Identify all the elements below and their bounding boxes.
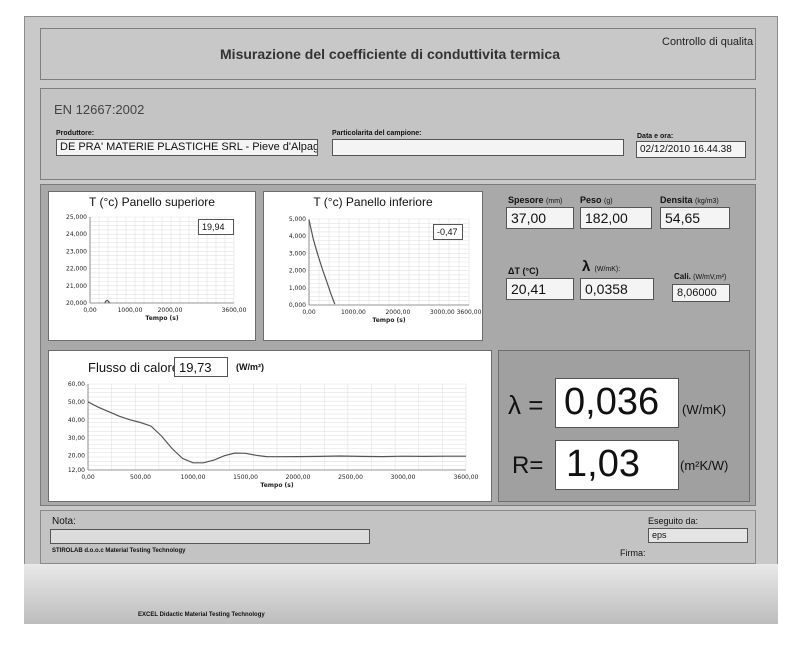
x-tick-label: 2000,00 <box>286 474 311 481</box>
x-tick-label: 1000,00 <box>181 474 206 481</box>
bottom-caption: EXCEL Didactic Material Testing Technolo… <box>138 612 265 618</box>
peso-label: Peso (g) <box>580 195 613 205</box>
x-tick-label: 1000,00 <box>118 307 143 314</box>
chart-top: 20,000 21,000 22,000 23,000 24,000 25,000 0,00… <box>66 214 247 322</box>
producer-field[interactable]: DE PRA' MATERIE PLASTICHE SRL - Pieve d'… <box>56 139 318 156</box>
date-field[interactable]: 02/12/2010 16.44.38 <box>636 141 746 158</box>
y-tick-label: 40,00 <box>68 417 85 424</box>
y-tick-label: 21,000 <box>66 283 87 290</box>
y-tick-label: 22,000 <box>66 266 87 273</box>
x-tick-label: 3600,00 <box>457 309 482 316</box>
sample-field[interactable] <box>332 139 624 156</box>
x-tick-label: 3000,00 <box>430 309 455 316</box>
company-caption: STIROLAB d.o.o.c Material Testing Techno… <box>52 548 186 554</box>
peso-field[interactable]: 182,00 <box>580 207 652 229</box>
delta-t-field[interactable]: 20,41 <box>506 278 574 300</box>
cal-label: Cali. (W/mV,m²) <box>674 272 727 281</box>
spessore-field[interactable]: 37,00 <box>506 207 574 229</box>
y-tick-label: 5,000 <box>289 216 306 223</box>
x-tick-label: 3600,00 <box>454 474 479 481</box>
y-tick-label: 24,000 <box>66 231 87 238</box>
y-tick-label: 25,000 <box>66 214 87 221</box>
x-tick-label: 2000,00 <box>385 309 410 316</box>
y-tick-label: 12,00 <box>68 467 85 474</box>
x-tick-label: 3000,00 <box>391 474 416 481</box>
densita-field[interactable]: 54,65 <box>660 207 730 229</box>
y-tick-label: 0,000 <box>289 302 306 309</box>
y-tick-label: 30,00 <box>68 435 85 442</box>
chart-flux: 12,00 20,00 30,00 40,00 50,00 60,00 0,00 500,00… <box>68 381 479 489</box>
date-label: Data e ora: <box>637 133 674 140</box>
x-axis-label: Tempo (s) <box>260 482 293 489</box>
y-tick-label: 4,000 <box>289 233 306 240</box>
chart-bottom-readout: -0,47 <box>433 224 463 240</box>
spessore-label: Spesore (mm) <box>508 195 563 205</box>
result-r-unit: (m²K/W) <box>680 458 729 473</box>
x-tick-label: 0,00 <box>302 309 316 316</box>
delta-t-label: ΔT (°C) <box>508 266 539 276</box>
x-tick-label: 2500,00 <box>338 474 363 481</box>
result-r-field: 1,03 <box>555 440 679 490</box>
x-axis-label: Tempo (s) <box>372 317 405 324</box>
eseguito-label: Eseguito da: <box>648 516 699 526</box>
y-tick-label: 20,000 <box>66 300 87 307</box>
x-tick-label: 500,00 <box>130 474 151 481</box>
lambda-field[interactable]: 0,0358 <box>580 278 654 300</box>
result-r-symbol: R= <box>512 452 544 479</box>
quality-control-label: Controllo di qualita <box>662 36 754 48</box>
result-lambda-field: 0,036 <box>555 378 679 428</box>
x-tick-label: 1000,00 <box>341 309 366 316</box>
y-tick-label: 2,000 <box>289 268 306 275</box>
chart-bottom: 0,000 1,000 2,000 3,000 4,000 5,000 0,00 1000,0… <box>289 216 482 324</box>
eseguito-field[interactable]: eps <box>648 528 748 543</box>
densita-label: Densita (kg/m3) <box>660 195 719 205</box>
x-tick-label: 1500,00 <box>233 474 258 481</box>
nota-field[interactable] <box>50 529 370 544</box>
y-tick-label: 50,00 <box>68 399 85 406</box>
y-tick-label: 23,000 <box>66 248 87 255</box>
y-tick-label: 20,00 <box>68 453 85 460</box>
firma-label: Firma: <box>620 548 646 558</box>
y-tick-label: 60,00 <box>68 381 85 388</box>
x-tick-label: 2000,00 <box>158 307 183 314</box>
x-axis-label: Tempo (s) <box>145 315 178 322</box>
nota-label: Nota: <box>52 516 76 527</box>
lambda-label: λ (W/mK): <box>582 258 621 275</box>
x-tick-label: 0,00 <box>81 474 95 481</box>
y-tick-label: 3,000 <box>289 250 306 257</box>
x-tick-label: 0,00 <box>83 307 97 314</box>
result-lambda-unit: (W/mK) <box>682 402 727 417</box>
chart-top-readout: 19,94 <box>198 219 234 235</box>
page-title: Misurazione del coefficiente di condutti… <box>220 46 560 62</box>
producer-label: Produttore: <box>56 130 95 137</box>
x-tick-label: 3600,00 <box>222 307 247 314</box>
standard-label: EN 12667:2002 <box>54 102 145 117</box>
sample-label: Particolarita del campione: <box>332 130 422 137</box>
result-lambda-symbol: λ = <box>508 390 544 420</box>
y-tick-label: 1,000 <box>289 285 306 292</box>
cal-field[interactable]: 8,06000 <box>672 284 730 302</box>
